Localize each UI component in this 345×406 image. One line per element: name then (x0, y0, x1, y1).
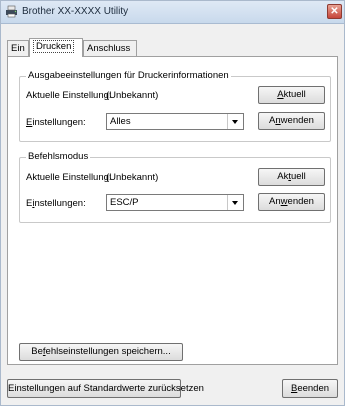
tab-anschluss[interactable]: Anschluss (83, 40, 137, 56)
output-current-value: (Unbekannt) (106, 90, 159, 101)
output-current-label: Aktuelle Einstellung: (26, 90, 112, 101)
label-text: nstellungen: (34, 198, 86, 209)
tab-drucken-label: Drucken (33, 40, 75, 53)
command-settings-dropdown[interactable]: ESC/P (106, 194, 244, 211)
command-mode-group: Befehlsmodus Aktuelle Einstellung: (Unbe… (19, 151, 331, 223)
btn-text: Ak (277, 171, 289, 182)
tab-anschluss-label: Anschluss (87, 43, 131, 54)
close-button[interactable]: ✕ (327, 4, 342, 19)
utility-window: Brother XX-XXXX Utility ✕ Ein Drucken An… (0, 0, 345, 406)
reset-defaults-button[interactable]: Einstellungen auf Standardwerte zurückse… (7, 379, 204, 398)
btn-text: ehlseinstellungen speichern... (45, 346, 171, 357)
title-bar[interactable]: Brother XX-XXXX Utility ✕ (1, 1, 344, 24)
btn-mnemonic: w (280, 196, 288, 207)
tab-ein[interactable]: Ein (7, 40, 29, 56)
output-group-title: Ausgabeeinstellungen für Druckerinformat… (26, 70, 231, 81)
dropdown-arrow-icon[interactable] (227, 195, 243, 210)
exit-button[interactable]: Beenden (282, 379, 338, 398)
command-current-label: Aktuelle Einstellung: (26, 172, 112, 183)
btn-text: enden (287, 196, 314, 207)
tab-ein-label: Ein (11, 43, 25, 54)
btn-text: eenden (297, 383, 330, 394)
dropdown-arrow-icon[interactable] (227, 114, 243, 129)
command-settings-label: Einstellungen: (26, 198, 86, 209)
command-current-button[interactable]: Aktuell (258, 168, 325, 186)
output-apply-button[interactable]: Anwenden (258, 112, 325, 130)
tab-panel-drucken: Ausgabeeinstellungen für Druckerinformat… (7, 56, 338, 365)
output-settings-dropdown[interactable]: Alles (106, 113, 244, 130)
btn-text: An (269, 196, 281, 207)
btn-text: Be (31, 346, 43, 357)
output-current-button[interactable]: Aktuell (258, 86, 325, 104)
output-settings-label: Einstellungen: (26, 117, 86, 128)
window-title: Brother XX-XXXX Utility (22, 6, 129, 17)
close-icon: ✕ (330, 6, 339, 17)
tab-drucken[interactable]: Drucken (29, 38, 83, 57)
btn-text: ktuell (283, 89, 306, 100)
output-settings-value: Alles (110, 116, 131, 127)
command-current-value: (Unbekannt) (106, 172, 159, 183)
printer-app-icon (6, 5, 17, 18)
command-group-title: Befehlsmodus (26, 151, 91, 162)
save-command-settings-button[interactable]: Befehlseinstellungen speichern... (19, 343, 183, 361)
btn-text: wenden (280, 115, 314, 126)
output-settings-group: Ausgabeeinstellungen für Druckerinformat… (19, 70, 331, 142)
label-text: instellungen: (32, 117, 86, 128)
btn-text: uell (290, 171, 306, 182)
command-settings-value: ESC/P (110, 197, 139, 208)
command-apply-button[interactable]: Anwenden (258, 193, 325, 211)
